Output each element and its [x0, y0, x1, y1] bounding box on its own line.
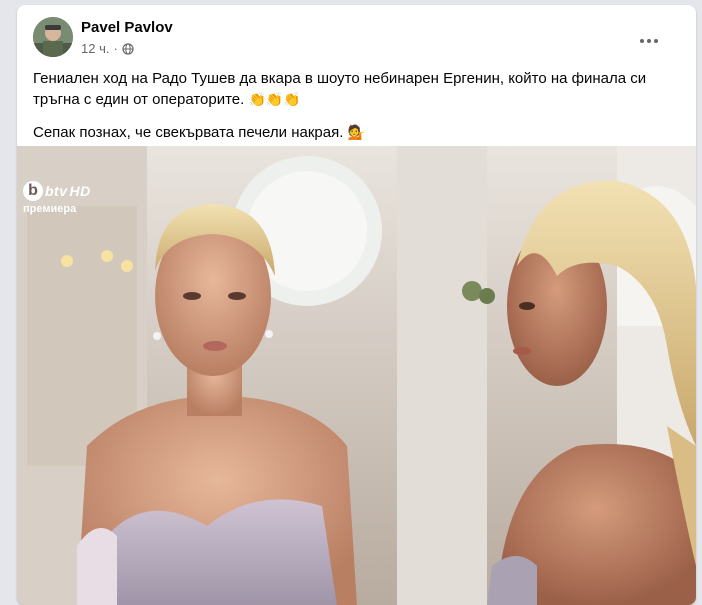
post-card: Pavel Pavlov 12 ч. · Гениален ход на Рад… [17, 5, 696, 605]
avatar-image [33, 17, 73, 57]
channel-suffix: HD [69, 183, 91, 199]
premiere-label: премиера [23, 203, 77, 215]
post-paragraph-2: Сепак познах, че свекървата печели накра… [33, 122, 673, 143]
post-image[interactable]: b btv HD премиера [17, 146, 696, 605]
globe-icon[interactable] [122, 42, 134, 55]
author-avatar[interactable] [33, 17, 73, 57]
meta-separator: · [113, 41, 118, 56]
more-options-icon[interactable] [633, 25, 665, 57]
post-text: Гениален ход на Радо Тушев да вкара в шо… [33, 69, 673, 155]
post-text-line-2: Сепак познах, че свекървата печели накра… [33, 124, 344, 141]
post-paragraph-1: Гениален ход на Радо Тушев да вкара в шо… [33, 69, 673, 110]
channel-name: btv [45, 183, 68, 199]
post-meta: 12 ч. · [81, 41, 134, 56]
post-header: Pavel Pavlov 12 ч. · [33, 17, 673, 61]
channel-logo: b btv HD премиера [23, 181, 91, 215]
btv-logo-mark: b [23, 181, 43, 201]
author-name[interactable]: Pavel Pavlov [81, 19, 173, 36]
post-time[interactable]: 12 ч. [81, 41, 109, 56]
btv-logo: b btv HD [23, 181, 91, 201]
post-text-line-1: Гениален ход на Радо Тушев да вкара в шо… [33, 70, 647, 108]
clapping-hands-emoji: 👏👏👏 [248, 91, 301, 107]
person-tipping-hand-emoji: 💁 [347, 124, 365, 140]
video-still-image [17, 146, 696, 605]
